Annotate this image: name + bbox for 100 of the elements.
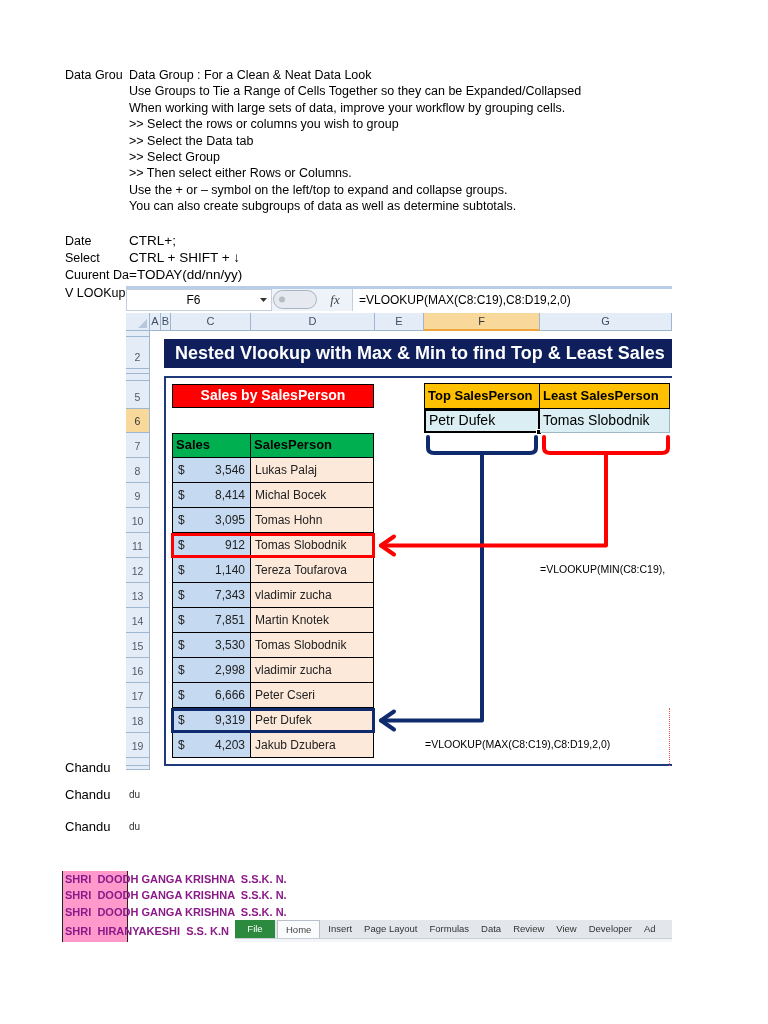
insert-function-button[interactable]: fx [330,293,340,307]
shortcut-text: CTRL + SHIFT + ↓ [129,249,241,268]
row-header[interactable] [126,373,150,381]
cell-value: 912 [224,536,245,554]
currency-symbol: $ [178,611,185,629]
note-line: Use the + or – symbol on the left/top to expand and collapse groups. [129,181,508,199]
ribbon-tab[interactable]: Developer [582,920,639,939]
currency-symbol: $ [178,561,185,579]
formula-field[interactable]: =VLOOKUP(MAX(C8:C19),C8:D19,2,0) [352,288,672,311]
row-header[interactable]: 6 [126,408,150,433]
row-label: Select [65,249,101,267]
cell-value: 3,546 [214,461,245,479]
table-cell: Michal Bocek [251,482,374,508]
row-header[interactable]: 9 [126,482,150,508]
cell-value: 3,530 [214,636,245,654]
table-cell: Tereza Toufarova [251,557,374,583]
row-header[interactable]: 15 [126,632,150,658]
table-cell: vladimir zucha [251,582,374,608]
column-header[interactable]: D [251,312,375,332]
ribbon-tab[interactable]: Insert [322,920,359,939]
row-header[interactable]: 5 [126,380,150,409]
ribbon-tab[interactable]: Home [277,920,321,939]
row-header[interactable]: 11 [126,532,150,558]
row-label: Data Grou [65,67,124,84]
name-box[interactable]: F6 [126,288,272,311]
result-cell[interactable]: Tomas Slobodnik [540,408,670,433]
row-header[interactable]: 18 [126,707,150,733]
select-all-corner[interactable] [126,312,150,332]
ribbon-tab[interactable]: Formulas [423,920,476,939]
row-label: Chandu [65,785,112,804]
note-line: When working with large sets of data, improve your workflow by grouping cells. [129,99,566,117]
ribbon-tab[interactable]: Page Layout [358,920,424,939]
shortcut-text: CTRL+; [129,232,176,251]
table-cell: Tomas Slobodnik [251,632,374,658]
dropdown-caret-icon [260,297,267,302]
table-cell: Martin Knotek [251,607,374,633]
column-header[interactable]: C [171,312,251,332]
row-header[interactable]: 17 [126,682,150,708]
note-line: >> Select the rows or columns you wish to group [129,116,399,133]
note-line: >> Select the Data tab [129,132,254,150]
knob-icon[interactable] [273,290,317,310]
result-header: Top SalesPerson [424,382,540,409]
cell-value: 1,140 [214,561,245,579]
ribbon-tab[interactable]: View [550,920,583,939]
row-header[interactable]: 14 [126,607,150,633]
cell-value: 9,319 [214,711,245,729]
currency-symbol: $ [178,661,185,679]
cell-value: 4,203 [214,736,245,754]
row-label: Chandu [65,817,112,836]
shortcut-text: =TODAY(dd/nn/yy) [129,266,243,285]
ribbon-tab[interactable]: Ad [638,920,662,939]
table-cell: vladimir zucha [251,657,374,683]
cell-value: 6,666 [214,686,245,704]
cell-value: 7,343 [214,586,245,604]
row-label: Chandu [65,759,111,778]
table-cell: Jakub Dzubera [251,732,374,758]
note-line: Data Group : For a Clean & Neat Data Look [129,67,372,84]
currency-symbol: $ [178,636,185,654]
note-line: Use Groups to Tie a Range of Cells Together so they can be Expanded/Collapsed [129,83,582,100]
currency-symbol: $ [178,511,185,529]
row-header[interactable]: 19 [126,732,150,758]
table-cell: Tomas Hohn [251,507,374,533]
row-header[interactable] [126,757,150,766]
row-header[interactable]: 2 [126,336,150,369]
formula-note: =VLOOKUP(MAX(C8:C19),C8:D19,2,0) [425,737,612,753]
row-header[interactable]: 12 [126,557,150,583]
title-banner: Nested Vlookup with Max & Min to find Top & Least Sales [164,338,672,368]
row-header[interactable]: 8 [126,457,150,483]
row-header[interactable] [126,765,150,770]
column-header[interactable]: G [540,312,672,332]
row-label: V LOOKup [65,284,126,302]
note-line: You can also create subgroups of data as well as determine subtotals. [129,198,517,215]
cell-value: 7,851 [214,611,245,629]
ribbon-tab[interactable]: File [235,920,275,939]
row-header[interactable]: 10 [126,507,150,533]
column-heading: Sales [172,432,251,458]
row-header[interactable] [126,368,150,374]
cell-text: du [129,788,141,803]
ribbon-tab[interactable]: Review [507,920,551,939]
cell-text: du [129,820,141,835]
currency-symbol: $ [178,711,185,729]
result-cell[interactable]: Petr Dufek [424,408,540,433]
triangle-icon [138,319,147,329]
column-header[interactable]: F [424,312,540,332]
column-header[interactable]: A [150,312,161,332]
currency-symbol: $ [178,461,185,479]
row-header[interactable]: 16 [126,657,150,683]
row-header[interactable] [126,330,150,337]
column-header[interactable]: E [375,312,424,332]
table-title: Sales by SalesPerson [172,383,374,408]
row-header[interactable]: 13 [126,582,150,608]
column-heading: SalesPerson [251,432,374,458]
currency-symbol: $ [178,736,185,754]
cell-value: 2,998 [214,661,245,679]
row-header[interactable]: 7 [126,432,150,458]
ribbon-tab[interactable]: Data [475,920,508,939]
result-header: Least SalesPerson [540,382,670,409]
cell-value: 3,095 [214,511,245,529]
note-line: >> Select Group [129,149,221,166]
cell-value: 8,414 [214,486,245,504]
